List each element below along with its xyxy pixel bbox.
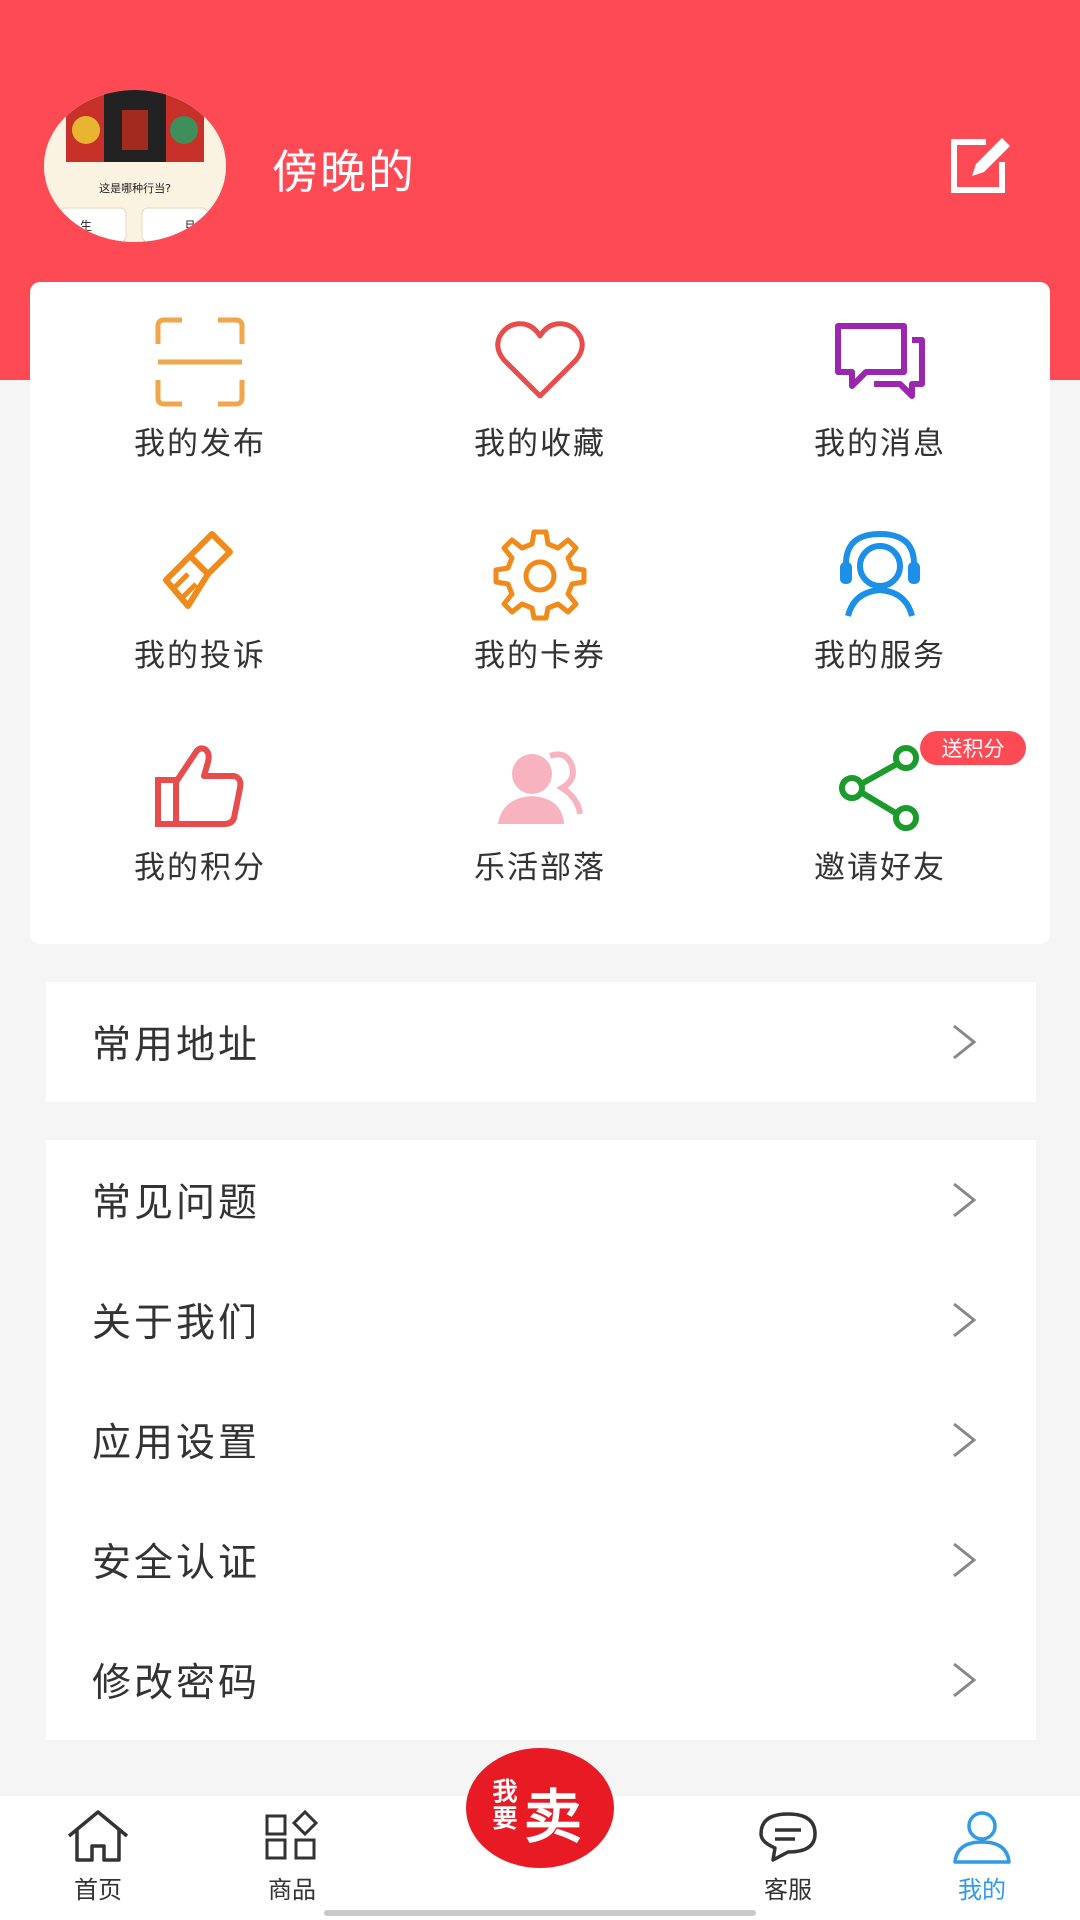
tab-label: 首页	[74, 1876, 122, 1904]
grid-label: 我的投诉	[134, 638, 266, 674]
chat-icon	[759, 1812, 817, 1862]
username: 傍晚的	[272, 145, 416, 199]
menu-item-about[interactable]: 关于我们	[46, 1260, 1036, 1380]
avatar-caption: 这是哪种行当?	[99, 181, 171, 195]
avatar-image: 这是哪种行当? 生 旦	[44, 90, 226, 242]
share-icon	[839, 745, 919, 831]
heart-icon	[495, 321, 585, 399]
grid-item-services[interactable]: 我的服务	[710, 494, 1050, 694]
tab-label: 我的	[958, 1876, 1006, 1904]
gear-icon	[493, 529, 587, 621]
user-icon	[953, 1811, 1011, 1864]
menu-item-label: 应用设置	[92, 1421, 261, 1466]
menu-group-address: 常用地址	[46, 982, 1036, 1102]
grid-item-complaints[interactable]: 我的投诉	[30, 494, 370, 694]
tab-products[interactable]: 商品	[212, 1796, 372, 1920]
grid-item-favorites[interactable]: 我的收藏	[370, 282, 710, 482]
invite-points-badge: 送积分	[920, 731, 1026, 765]
menu-item-label: 常见问题	[92, 1181, 261, 1226]
chevron-right-icon	[953, 1182, 977, 1218]
grid-item-points[interactable]: 我的积分	[30, 706, 370, 906]
menu-item-address[interactable]: 常用地址	[46, 982, 1036, 1102]
chevron-right-icon	[953, 1422, 977, 1458]
menu-item-label: 关于我们	[92, 1301, 261, 1346]
grid-label: 我的积分	[134, 850, 266, 886]
grid-item-messages[interactable]: 我的消息	[710, 282, 1050, 482]
grid-label: 我的消息	[814, 426, 946, 462]
sell-button-small-label: 我要	[492, 1777, 518, 1833]
menu-item-change-password[interactable]: 修改密码	[46, 1620, 1036, 1740]
thumbs-up-icon	[155, 745, 244, 827]
grid-label: 我的发布	[134, 426, 266, 462]
grid-item-tribe[interactable]: 乐活部落	[370, 706, 710, 906]
chevron-right-icon	[953, 1024, 977, 1060]
chevron-right-icon	[953, 1542, 977, 1578]
menu-item-label: 安全认证	[92, 1541, 261, 1586]
chevron-right-icon	[953, 1662, 977, 1698]
tab-label: 商品	[268, 1876, 316, 1904]
people-icon	[498, 751, 583, 824]
tab-label: 客服	[764, 1876, 812, 1904]
chevron-right-icon	[953, 1302, 977, 1338]
menu-item-app-settings[interactable]: 应用设置	[46, 1380, 1036, 1500]
menu-item-label: 修改密码	[92, 1661, 261, 1706]
category-icon	[265, 1809, 319, 1860]
avatar[interactable]: 这是哪种行当? 生 旦	[44, 90, 226, 242]
menu-item-label: 常用地址	[92, 1023, 261, 1068]
menu-group-settings: 常见问题 关于我们 应用设置 安全认证 修改密码	[46, 1140, 1036, 1740]
grid-label: 邀请好友	[814, 850, 946, 886]
sell-button-big-label: 卖	[524, 1783, 583, 1851]
grid-item-coupons[interactable]: 我的卡券	[370, 494, 710, 694]
menu-item-security[interactable]: 安全认证	[46, 1500, 1036, 1620]
tab-home[interactable]: 首页	[18, 1796, 178, 1920]
tab-mine[interactable]: 我的	[902, 1796, 1062, 1920]
grid-label: 乐活部落	[474, 850, 606, 886]
edit-icon[interactable]	[946, 134, 1018, 198]
grid-label: 我的卡券	[474, 638, 606, 674]
home-indicator	[324, 1910, 756, 1916]
menu-item-faq[interactable]: 常见问题	[46, 1140, 1036, 1260]
brush-icon	[163, 531, 233, 609]
grid-label: 我的收藏	[474, 426, 606, 462]
home-icon	[67, 1810, 129, 1862]
customer-service-icon	[840, 530, 920, 617]
chat-bubbles-icon	[835, 323, 925, 399]
feature-grid: 我的发布 我的收藏 我的消息 我的投诉 我的卡券 我的服务 我的积分 乐活部落 …	[30, 282, 1050, 944]
scan-frame-icon	[155, 317, 245, 407]
sell-button[interactable]: 我要 卖	[466, 1748, 614, 1868]
grid-item-my-posts[interactable]: 我的发布	[30, 282, 370, 482]
grid-label: 我的服务	[814, 638, 946, 674]
tab-customer-service[interactable]: 客服	[708, 1796, 868, 1920]
